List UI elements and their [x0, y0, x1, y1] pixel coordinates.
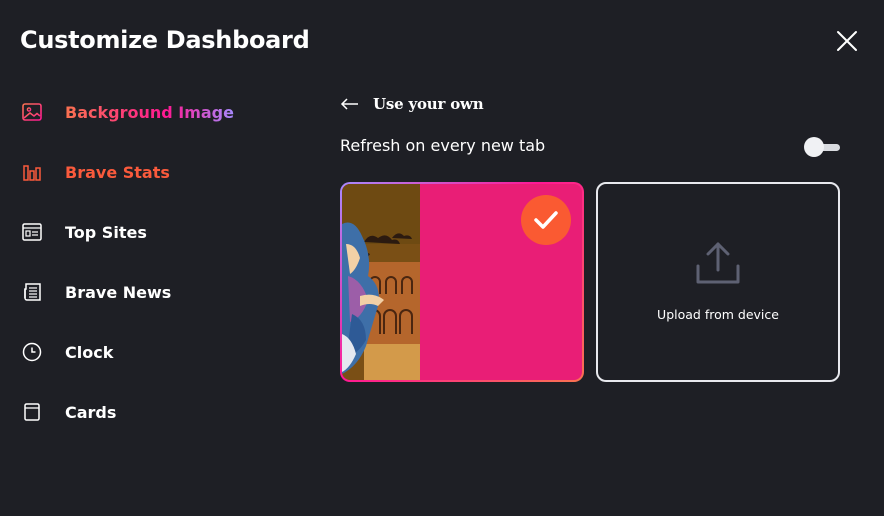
sidebar-item-label: Brave Stats [65, 162, 170, 182]
close-icon [837, 31, 857, 51]
upload-icon [696, 242, 740, 284]
upload-from-device-button[interactable]: Upload from device [596, 182, 840, 382]
news-icon [20, 280, 44, 304]
sidebar-item-clock[interactable]: Clock [20, 337, 280, 367]
refresh-toggle[interactable] [804, 137, 840, 157]
sidebar-item-brave-news[interactable]: Brave News [20, 277, 280, 307]
background-thumbnail [342, 184, 420, 380]
checkmark-icon [534, 211, 558, 229]
sidebar-item-label: Brave News [65, 282, 172, 302]
sidebar-item-label: Clock [65, 342, 114, 362]
toggle-knob [804, 137, 824, 157]
panel-title: Use your own [373, 95, 484, 113]
selected-check-badge [521, 195, 571, 245]
sidebar-item-brave-stats[interactable]: Brave Stats [20, 157, 280, 187]
upload-label: Upload from device [657, 307, 779, 322]
close-button[interactable] [834, 28, 860, 54]
panel-header: Use your own [340, 92, 484, 116]
sidebar-item-label: Top Sites [65, 222, 147, 242]
top-sites-icon [20, 220, 44, 244]
bar-chart-icon [20, 160, 44, 184]
sidebar-item-label: Background Image [65, 102, 234, 122]
arrow-left-icon [340, 98, 358, 110]
clock-icon [20, 340, 44, 364]
back-button[interactable] [340, 94, 360, 114]
image-icon [20, 100, 44, 124]
sidebar-item-background-image[interactable]: Background Image [20, 97, 280, 127]
cards-icon [20, 400, 44, 424]
refresh-label: Refresh on every new tab [340, 136, 546, 155]
sidebar-item-label: Cards [65, 402, 117, 422]
sidebar: Background Image Brave Stats Top Sites B… [0, 0, 300, 516]
sidebar-item-cards[interactable]: Cards [20, 397, 280, 427]
sidebar-item-top-sites[interactable]: Top Sites [20, 217, 280, 247]
